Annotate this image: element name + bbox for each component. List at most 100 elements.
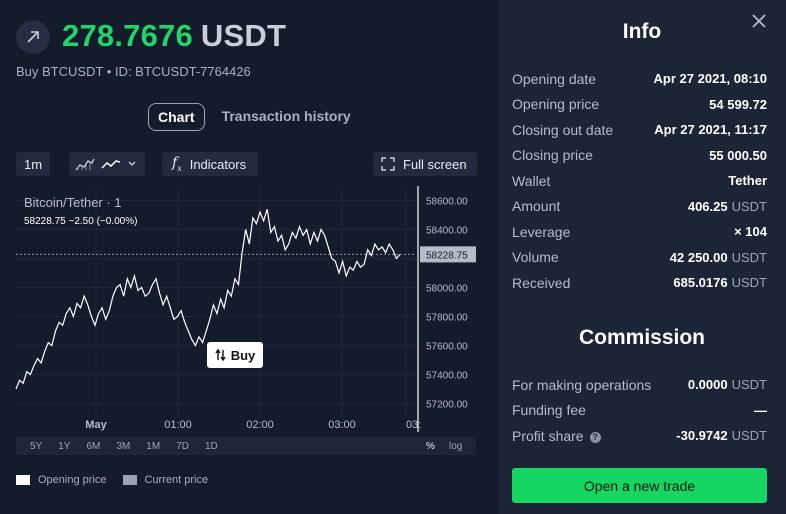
info-value: 55 000.50 [709, 148, 767, 163]
indicators-label: Indicators [189, 156, 247, 172]
commission-rows: For making operations 0.0000 USDT Funding f… [512, 372, 767, 449]
profit-amount: 278.7676 USDT [62, 18, 286, 54]
info-rows: Opening date Apr 27 2021, 08:10 Opening pr… [512, 66, 767, 296]
info-unit: USDT [731, 198, 767, 214]
profit-value: 278.7676 [62, 18, 193, 53]
info-key: Received [512, 274, 571, 291]
commission-key: Profit share [512, 427, 584, 444]
info-row: Wallet Tether [512, 168, 767, 194]
indicators-button[interactable]: fx Indicators [162, 152, 258, 176]
y-tick-label: 58400.00 [426, 226, 468, 237]
commission-row: For making operations 0.0000 USDT [512, 372, 767, 398]
buy-arrows-icon [215, 349, 226, 361]
commission-value-text: 0.0000 [687, 377, 728, 393]
range-3m[interactable]: 3M [116, 441, 130, 452]
legend-current-price: Current price [122, 474, 209, 486]
info-key: Amount [512, 198, 561, 215]
info-value-text: 406.25 [687, 198, 728, 214]
chevron-down-icon [128, 161, 136, 166]
info-row: Volume 42 250.00 USDT [512, 245, 767, 271]
legend-opening-price: Opening price [16, 474, 107, 486]
tab-transaction-history[interactable]: Transaction history [213, 103, 360, 131]
timeframe-button[interactable]: 1m [16, 152, 50, 176]
chart-toolbar: 1m fx Indicators Full screen [0, 152, 498, 178]
range-6m[interactable]: 6M [86, 441, 100, 452]
info-row: Closing price 55 000.50 [512, 143, 767, 169]
info-key: Opening price [512, 96, 600, 113]
commission-unit: USDT [731, 428, 767, 444]
profit-currency: USDT [200, 18, 287, 53]
tab-chart[interactable]: Chart [148, 103, 205, 131]
current-price-label: 58228.75 [426, 250, 468, 261]
legend-swatch-opening [16, 475, 30, 485]
view-tabs: Chart Transaction history [148, 103, 360, 131]
chart-stats: 58228.75 −2.50 (−0.00%) [24, 216, 138, 227]
info-row: Opening price 54 599.72 [512, 92, 767, 118]
info-value-text: Tether [728, 173, 767, 189]
y-tick-label: 57600.00 [426, 342, 468, 353]
price-legend: Opening price Current price [16, 474, 224, 486]
commission-value-text: -30.9742 [676, 428, 728, 444]
info-value-text: 55 000.50 [709, 147, 767, 163]
range-1m[interactable]: 1M [146, 441, 160, 452]
info-value-text: Apr 27 2021, 11:17 [654, 122, 767, 138]
chart-legend-label: Bitcoin/Tether · 1 [24, 195, 122, 210]
info-row: Closing out date Apr 27 2021, 11:17 [512, 117, 767, 143]
fullscreen-label: Full screen [403, 156, 467, 172]
info-value-text: × 104 [734, 224, 767, 240]
trade-detail-panel: 278.7676 USDT Buy BTCUSDT • ID: BTCUSDT-7… [0, 0, 498, 514]
info-value: Apr 27 2021, 11:17 [654, 122, 767, 137]
trade-direction-badge [16, 20, 50, 54]
info-value-text: Apr 27 2021, 08:10 [653, 71, 767, 87]
info-unit: USDT [731, 249, 767, 265]
info-key: Opening date [512, 70, 597, 87]
y-tick-label: 58000.00 [426, 284, 468, 295]
info-key: Leverage [512, 223, 571, 240]
trade-subtitle: Buy BTCUSDT • ID: BTCUSDT-7764426 [16, 64, 251, 79]
y-tick-label: 57200.00 [426, 400, 468, 411]
commission-value: -30.9742 USDT [676, 428, 767, 443]
commission-value: 0.0000 USDT [688, 377, 767, 392]
range-1d[interactable]: 1D [205, 441, 218, 452]
info-row: Received 685.0176 USDT [512, 270, 767, 296]
info-panel: Info Opening date Apr 27 2021, 08:10 Openi… [498, 0, 786, 514]
commission-key-wrap: Profit share? [512, 428, 601, 444]
x-tick-label: 01:00 [164, 419, 192, 431]
arrow-up-right-icon [27, 31, 39, 43]
fullscreen-button[interactable]: Full screen [373, 152, 477, 176]
scale-log-button[interactable]: log [449, 441, 462, 452]
legend-label-current: Current price [144, 474, 209, 486]
range-7d[interactable]: 7D [176, 441, 189, 452]
buy-marker[interactable]: Buy [207, 342, 263, 368]
range-1y[interactable]: 1Y [58, 441, 70, 452]
help-icon[interactable]: ? [589, 431, 601, 443]
info-row: Leverage × 104 [512, 219, 767, 245]
legend-swatch-current [122, 475, 137, 485]
y-tick-label: 57400.00 [426, 371, 468, 382]
scale-percent-button[interactable]: % [426, 441, 435, 452]
commission-title: Commission [578, 326, 706, 349]
info-value-text: 54 599.72 [709, 96, 767, 112]
y-tick-label: 58600.00 [426, 197, 468, 208]
info-row: Opening date Apr 27 2021, 08:10 [512, 66, 767, 92]
info-value: × 104 [734, 224, 767, 239]
legend-label-opening: Opening price [38, 474, 107, 486]
area-chart-icon [75, 158, 95, 171]
range-5y[interactable]: 5Y [30, 441, 42, 452]
info-key: Volume [512, 249, 559, 266]
chart-type-select[interactable] [69, 152, 145, 176]
info-value: 42 250.00 USDT [670, 250, 767, 265]
x-tick-label: 03: [406, 419, 421, 431]
commission-row: Funding fee — [512, 398, 767, 424]
info-title: Info [622, 20, 662, 43]
commission-unit: USDT [731, 377, 767, 393]
info-value-text: 685.0176 [673, 275, 728, 291]
open-new-trade-button[interactable]: Open a new trade [512, 468, 767, 503]
line-chart-icon [101, 160, 121, 169]
info-value: 685.0176 USDT [673, 275, 767, 290]
function-icon: fx [172, 155, 182, 173]
info-key: Closing out date [512, 121, 614, 138]
y-tick-label: 57800.00 [426, 313, 468, 324]
info-unit: USDT [731, 275, 767, 291]
expand-icon [381, 157, 395, 171]
